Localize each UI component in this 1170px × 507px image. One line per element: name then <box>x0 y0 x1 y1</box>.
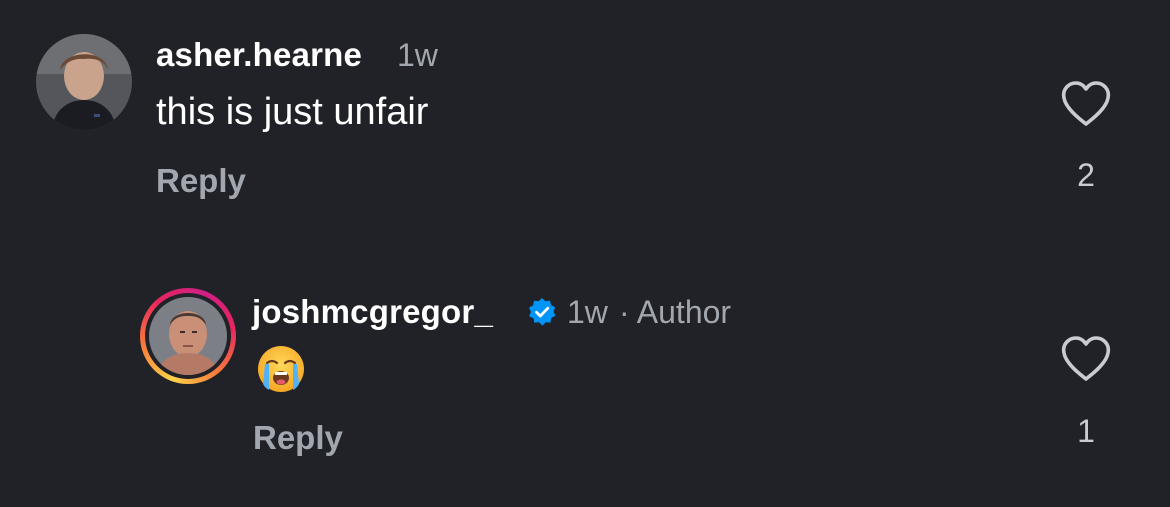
reply-button[interactable]: Reply <box>156 162 246 200</box>
heart-icon[interactable] <box>1060 80 1112 128</box>
comment-timestamp: 1w <box>567 294 608 330</box>
verified-badge-icon <box>529 298 556 326</box>
profile-photo-icon <box>149 297 227 375</box>
comment-username[interactable]: asher.hearne <box>156 36 362 74</box>
story-ring[interactable] <box>140 288 236 384</box>
like-count: 2 <box>1077 157 1095 193</box>
avatar <box>149 297 227 375</box>
comment-text: this is just unfair <box>156 91 429 133</box>
loudly-crying-face-icon <box>258 346 304 392</box>
author-label: · Author <box>619 294 732 330</box>
avatar[interactable] <box>36 34 132 130</box>
heart-icon[interactable] <box>1060 335 1112 383</box>
reply-button[interactable]: Reply <box>253 419 343 457</box>
comments-panel: asher.hearne 1w this is just unfair Repl… <box>0 0 1170 507</box>
comment-timestamp: 1w <box>397 37 438 73</box>
like-count: 1 <box>1077 413 1095 449</box>
profile-photo-icon <box>36 34 132 130</box>
comment-username[interactable]: joshmcgregor_ <box>252 293 493 331</box>
